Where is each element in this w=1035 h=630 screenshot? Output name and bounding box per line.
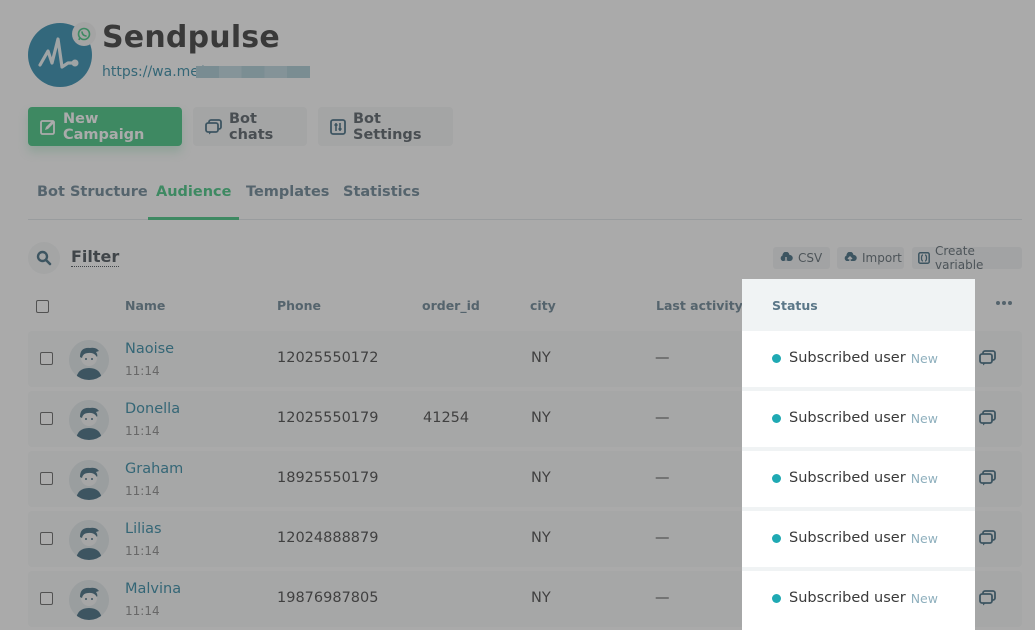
status-text: Subscribed user (789, 590, 906, 606)
status-badge-new: New (910, 410, 938, 426)
tour-overlay-top (0, 0, 1035, 279)
status-dot (772, 533, 781, 543)
row-divider (742, 507, 975, 511)
subscriber-status: Subscribed user New (772, 590, 938, 606)
row-divider (742, 387, 975, 391)
subscriber-status: Subscribed user New (772, 410, 938, 426)
column-header-status[interactable]: Status (772, 298, 818, 313)
subscriber-status: Subscribed user New (772, 470, 938, 486)
status-badge-new: New (910, 350, 938, 366)
status-dot (772, 473, 781, 483)
status-dot (772, 593, 781, 603)
status-text: Subscribed user (789, 470, 906, 486)
tour-overlay-left (0, 279, 742, 630)
row-divider (742, 567, 975, 571)
status-text: Subscribed user (789, 530, 906, 546)
subscriber-status: Subscribed user New (772, 530, 938, 546)
status-text: Subscribed user (789, 410, 906, 426)
row-divider (742, 447, 975, 451)
status-badge-new: New (910, 470, 938, 486)
status-dot (772, 353, 781, 363)
status-column-spotlight (742, 279, 975, 630)
status-badge-new: New (910, 530, 938, 546)
status-dot (772, 413, 781, 423)
status-badge-new: New (910, 590, 938, 606)
status-text: Subscribed user (789, 350, 906, 366)
subscriber-status: Subscribed user New (772, 350, 938, 366)
tour-overlay-right (975, 279, 1035, 630)
